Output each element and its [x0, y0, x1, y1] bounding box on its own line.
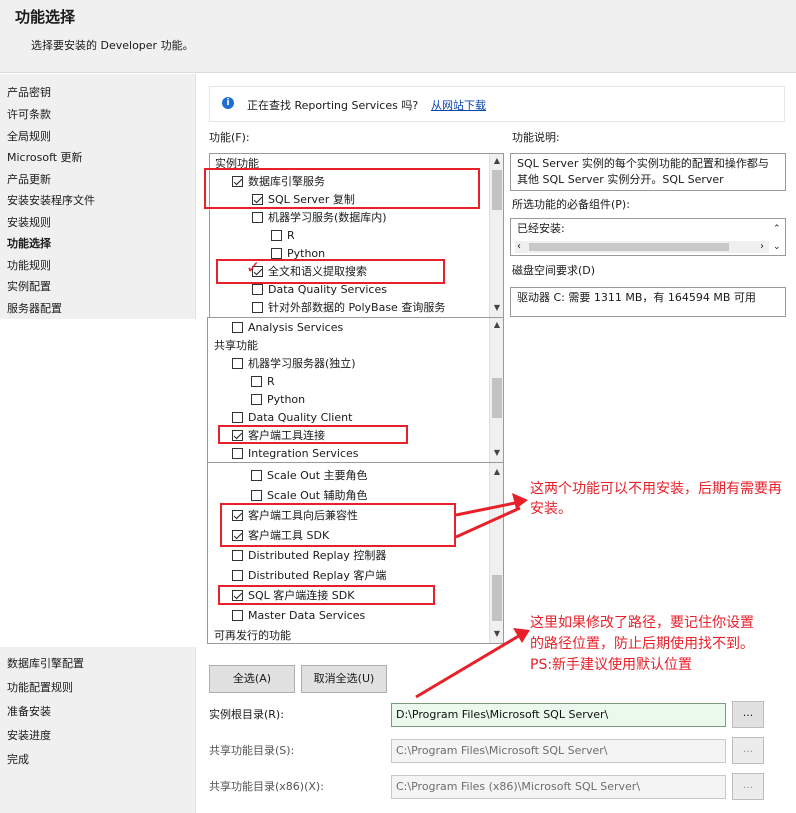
shared-dir-x86-browse-button[interactable]: ...	[732, 773, 764, 800]
instance-root-label: 实例根目录(R):	[209, 708, 284, 721]
shared-dir-x86-input[interactable]: C:\Program Files (x86)\Microsoft SQL Ser…	[391, 775, 726, 799]
shared-dir-x86-label: 共享功能目录(x86)(X):	[209, 780, 324, 793]
arrow-head-3	[513, 628, 530, 643]
shared-dir-browse-button[interactable]: ...	[732, 737, 764, 764]
instance-root-browse-button[interactable]: ...	[732, 701, 764, 728]
annotation-arrows	[415, 493, 530, 699]
shared-dir-input[interactable]: C:\Program Files\Microsoft SQL Server\	[391, 739, 726, 763]
annotation-path-line1: 这里如果修改了路径，要记住你设置	[530, 615, 754, 631]
arrow-head-1	[512, 493, 528, 509]
instance-root-input[interactable]: D:\Program Files\Microsoft SQL Server\	[391, 703, 726, 727]
annotation-path-line3: PS:新手建议使用默认位置	[530, 657, 693, 673]
arrow-line-3	[415, 632, 523, 699]
annotation-optional: 这两个功能可以不用安装，后期有需要再安装。	[530, 481, 782, 517]
deselect-all-button[interactable]: 取消全选(U)	[301, 665, 387, 693]
annotation-path-line2: 的路径位置，防止后期使用找不到。	[530, 636, 754, 652]
select-all-button[interactable]: 全选(A)	[209, 665, 295, 693]
shared-dir-label: 共享功能目录(S):	[209, 744, 295, 757]
